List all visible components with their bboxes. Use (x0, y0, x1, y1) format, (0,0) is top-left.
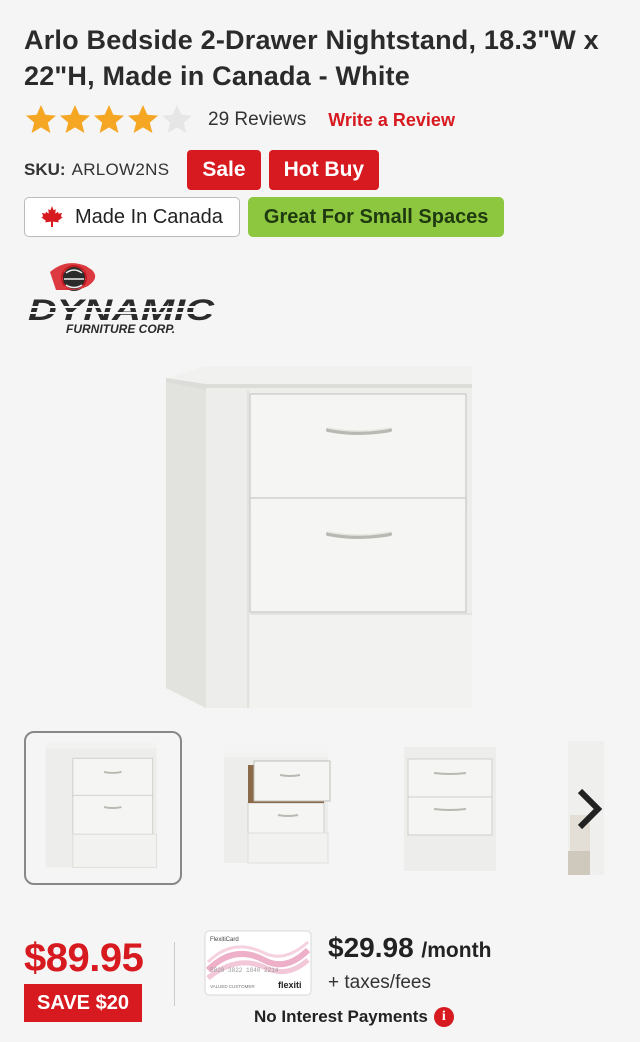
card-header-text: FlexitiCard (210, 937, 239, 943)
feature-tags: Made In Canada Great For Small Spaces (24, 197, 505, 237)
main-product-image[interactable] (160, 360, 480, 710)
pricing-section: $89.95 SAVE $20 FlexitiCard 5020 3822 18… (0, 920, 640, 1042)
no-interest-payments: No Interest Payments i (254, 1007, 454, 1027)
small-spaces-tag: Great For Small Spaces (247, 197, 505, 237)
monthly-unit: /month (421, 939, 492, 962)
star-filled-icon (128, 105, 158, 133)
thumbnail-2[interactable] (210, 731, 368, 885)
maple-leaf-icon (41, 206, 63, 227)
reviews-count-link[interactable]: 29 Reviews (208, 109, 306, 131)
card-brand-text: flexiti (278, 980, 302, 990)
thumbnail-carousel (24, 731, 640, 885)
thumbnail-3[interactable] (398, 731, 556, 885)
made-in-canada-tag: Made In Canada (24, 197, 240, 237)
no-interest-label: No Interest Payments (254, 1007, 428, 1026)
star-filled-icon (26, 105, 56, 133)
thumbnail-1[interactable] (24, 731, 182, 885)
monthly-payment: $29.98 /month (328, 932, 491, 964)
chevron-right-icon[interactable] (570, 787, 606, 831)
price: $89.95 (24, 936, 144, 980)
save-badge: SAVE $20 (24, 984, 142, 1022)
monthly-amount: $29.98 (328, 932, 414, 963)
sale-badge: Sale (187, 150, 261, 190)
star-empty-icon (162, 105, 192, 133)
divider (174, 942, 175, 1006)
made-in-canada-label: Made In Canada (75, 205, 223, 228)
hot-buy-badge: Hot Buy (268, 150, 380, 190)
star-rating (24, 103, 194, 137)
sku-label: SKU: (24, 160, 66, 179)
brand-logo[interactable]: DYNAMIC FURNITURE CORP. (26, 260, 216, 338)
star-filled-icon (94, 105, 124, 133)
taxes-label: + taxes/fees (328, 972, 431, 993)
rating-row: 29 Reviews Write a Review (24, 102, 455, 138)
card-holder-text: VALUED CUSTOMER (210, 984, 255, 989)
sku-value: ARLOW2NS (71, 160, 170, 179)
card-number-text: 5020 3822 1840 2214 (210, 967, 279, 974)
sku-row: SKU: ARLOW2NS Sale Hot Buy (24, 150, 380, 190)
flexiti-card-image[interactable]: FlexitiCard 5020 3822 1840 2214 VALUED C… (204, 930, 312, 996)
svg-text:FURNITURE CORP.: FURNITURE CORP. (66, 322, 175, 336)
write-review-link[interactable]: Write a Review (328, 110, 455, 131)
info-icon[interactable]: i (433, 1007, 454, 1027)
star-filled-icon (60, 105, 90, 133)
product-title: Arlo Bedside 2-Drawer Nightstand, 18.3"W… (24, 25, 599, 91)
